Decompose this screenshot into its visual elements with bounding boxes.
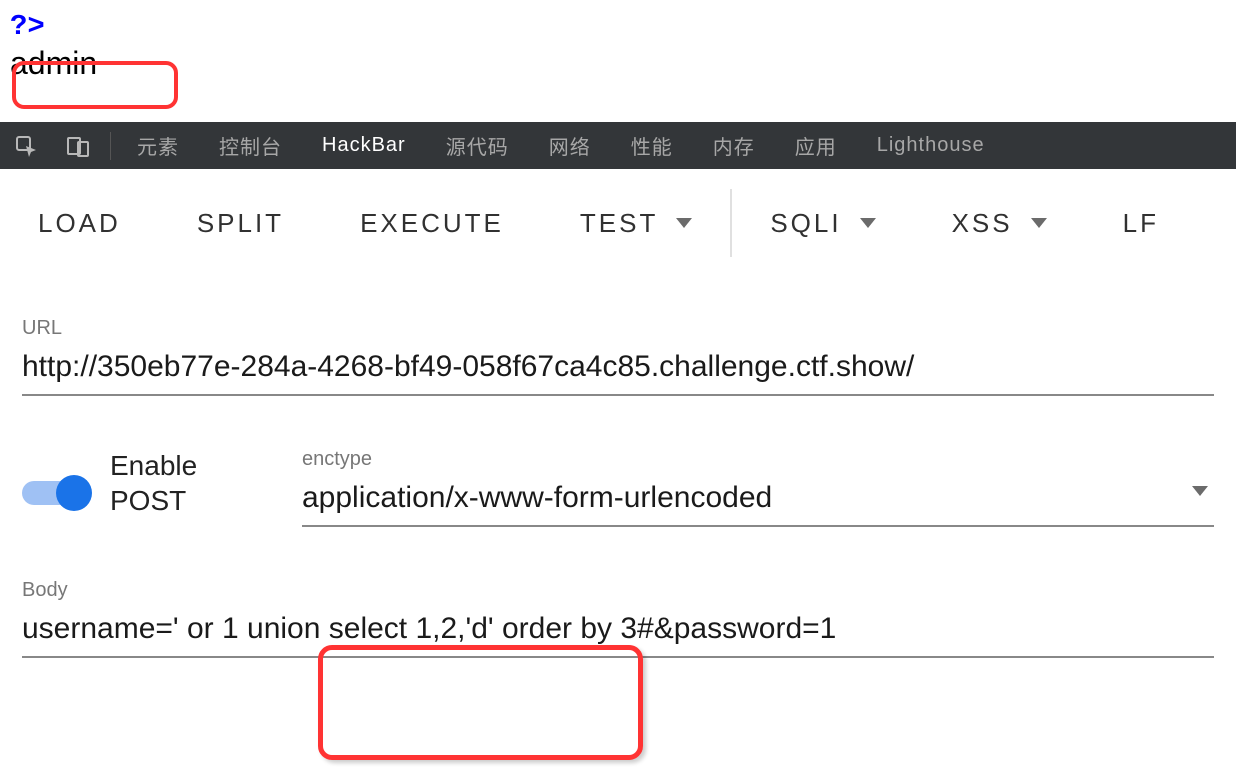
- execute-button[interactable]: EXECUTE: [322, 169, 542, 277]
- lf-dropdown[interactable]: LF: [1085, 169, 1197, 277]
- page-output-text: admin: [10, 45, 97, 82]
- tab-elements[interactable]: 元素: [117, 122, 199, 169]
- hackbar-toolbar: LOAD SPLIT EXECUTE TEST SQLI XSS LF: [0, 169, 1236, 277]
- chevron-down-icon: [1031, 218, 1047, 228]
- chevron-down-icon: [860, 218, 876, 228]
- inspect-element-icon[interactable]: [0, 122, 52, 169]
- tab-console[interactable]: 控制台: [199, 122, 302, 169]
- tab-application[interactable]: 应用: [775, 122, 857, 169]
- url-label: URL: [22, 317, 1214, 340]
- split-button[interactable]: SPLIT: [159, 169, 322, 277]
- tab-memory[interactable]: 内存: [693, 122, 775, 169]
- annotation-box-body: [318, 645, 643, 760]
- xss-label: XSS: [952, 208, 1013, 239]
- chevron-down-icon: [1192, 486, 1208, 496]
- device-toggle-icon[interactable]: [52, 122, 104, 169]
- xss-dropdown[interactable]: XSS: [914, 169, 1085, 277]
- enable-post-toggle[interactable]: [22, 478, 92, 508]
- tab-sources[interactable]: 源代码: [426, 122, 529, 169]
- url-input[interactable]: [22, 346, 1214, 396]
- enable-post-label: EnablePOST: [110, 448, 197, 518]
- sqli-label: SQLI: [770, 208, 841, 239]
- php-close-tag: ?>: [10, 10, 1226, 43]
- test-label: TEST: [580, 208, 658, 239]
- body-input[interactable]: [22, 608, 1214, 658]
- test-dropdown[interactable]: TEST: [542, 169, 730, 277]
- tab-hackbar[interactable]: HackBar: [302, 122, 426, 169]
- load-button[interactable]: LOAD: [0, 169, 159, 277]
- tab-performance[interactable]: 性能: [611, 122, 693, 169]
- tab-lighthouse[interactable]: Lighthouse: [857, 122, 1005, 169]
- separator: [110, 132, 111, 160]
- enctype-label: enctype: [302, 448, 1214, 471]
- enctype-select[interactable]: application/x-www-form-urlencoded: [302, 477, 1214, 527]
- devtools-tab-bar: 元素 控制台 HackBar 源代码 网络 性能 内存 应用 Lighthous…: [0, 122, 1236, 169]
- lf-label: LF: [1123, 208, 1159, 239]
- sqli-dropdown[interactable]: SQLI: [732, 169, 913, 277]
- tab-network[interactable]: 网络: [529, 122, 611, 169]
- chevron-down-icon: [676, 218, 692, 228]
- body-label: Body: [22, 579, 1214, 602]
